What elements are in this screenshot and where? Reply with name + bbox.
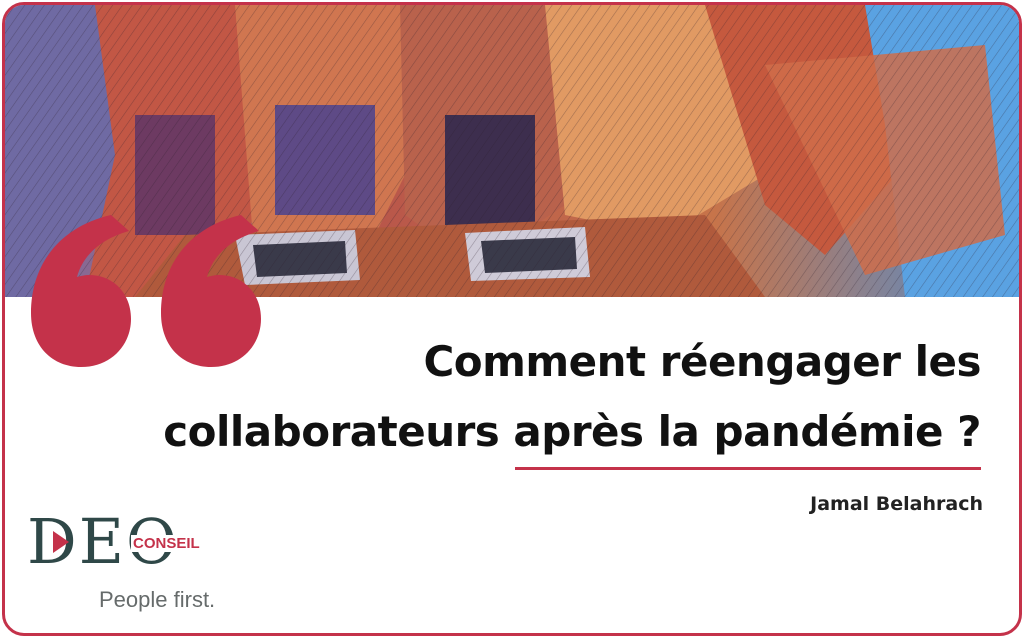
- divider-line: [515, 467, 981, 470]
- play-triangle-icon: [53, 531, 69, 553]
- author-name: Jamal Belahrach: [810, 493, 983, 515]
- headline: Comment réengager les collaborateurs apr…: [45, 327, 981, 467]
- headline-line-1: Comment réengager les: [423, 337, 981, 386]
- logo-tagline: People first.: [99, 587, 216, 612]
- logo-conseil: CONSEIL: [131, 535, 202, 552]
- headline-line-2: collaborateurs après la pandémie ?: [163, 407, 981, 456]
- deo-conseil-logo: DEO CONSEIL People first.: [27, 511, 237, 621]
- quote-card: Comment réengager les collaborateurs apr…: [2, 2, 1022, 636]
